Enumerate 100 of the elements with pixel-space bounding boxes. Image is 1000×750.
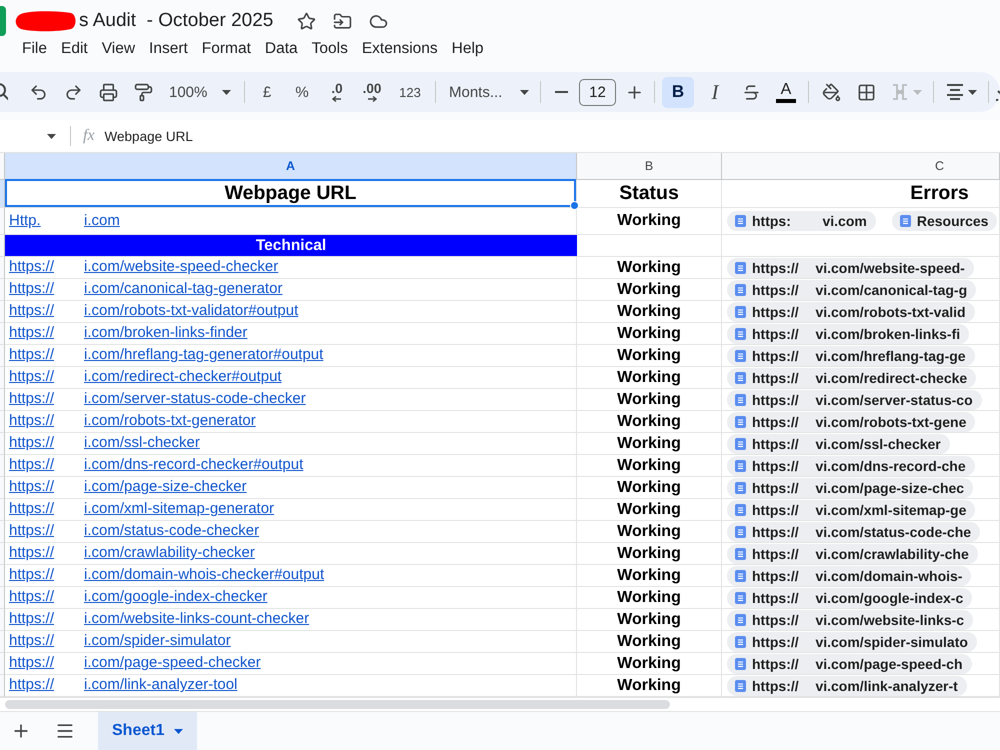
link-chip[interactable]: https:// vi.com/ssl-checker bbox=[727, 434, 950, 454]
url-link[interactable]: https:// bbox=[9, 303, 54, 320]
link-chip[interactable]: https:// vi.com/domain-whois- bbox=[727, 566, 972, 586]
url-link[interactable]: i.com/spider-simulator bbox=[84, 633, 231, 650]
url-link[interactable]: https:// bbox=[9, 281, 54, 298]
url-link[interactable]: i.com bbox=[84, 212, 120, 230]
document-title[interactable]: s Audit - October 2025 bbox=[79, 10, 274, 32]
font-dropdown[interactable]: Monts... bbox=[443, 76, 533, 108]
url-link[interactable]: https:// bbox=[9, 391, 54, 408]
url-link[interactable]: i.com/page-size-checker bbox=[84, 479, 247, 496]
row-header[interactable] bbox=[0, 301, 5, 323]
row-header[interactable] bbox=[0, 521, 5, 543]
link-chip[interactable]: https:// vi.com/status-code-che bbox=[727, 522, 980, 542]
italic-button[interactable]: I bbox=[699, 76, 731, 108]
url-link[interactable]: https:// bbox=[9, 347, 54, 364]
url-link[interactable]: Http. bbox=[9, 212, 41, 230]
star-button[interactable] bbox=[295, 10, 318, 32]
bold-button[interactable]: B bbox=[662, 76, 694, 108]
url-link[interactable]: https:// bbox=[9, 677, 54, 694]
link-chip[interactable]: https:// vi.com/dns-record-che bbox=[727, 456, 975, 476]
link-chip[interactable]: https:// vi.com/robots-txt-gene bbox=[727, 412, 976, 432]
link-chip[interactable]: https:// vi.com/canonical-tag-g bbox=[727, 280, 976, 300]
link-chip[interactable]: https:// vi.com/crawlability-che bbox=[727, 544, 978, 564]
url-link[interactable]: i.com/crawlability-checker bbox=[84, 545, 255, 562]
url-link[interactable]: i.com/server-status-code-checker bbox=[84, 391, 306, 408]
url-link[interactable]: i.com/redirect-checker#output bbox=[84, 369, 282, 386]
link-chip[interactable]: https:// vi.com/hreflang-tag-ge bbox=[727, 346, 975, 366]
url-link[interactable]: i.com/dns-record-checker#output bbox=[84, 457, 304, 474]
formula-value[interactable]: Webpage URL bbox=[104, 128, 193, 144]
url-link[interactable]: https:// bbox=[9, 479, 54, 496]
row-header[interactable] bbox=[0, 411, 5, 433]
url-link[interactable]: https:// bbox=[9, 567, 54, 584]
row-header[interactable] bbox=[0, 653, 5, 675]
row-header[interactable] bbox=[0, 477, 5, 499]
link-chip[interactable]: https:// vi.com/broken-links-fi bbox=[727, 324, 970, 344]
url-link[interactable]: https:// bbox=[9, 523, 54, 540]
increase-decimal-button[interactable]: .00 bbox=[357, 76, 387, 108]
url-link[interactable]: i.com/xml-sitemap-generator bbox=[84, 501, 274, 518]
text-color-button[interactable]: A bbox=[771, 76, 801, 108]
row-header[interactable] bbox=[0, 323, 5, 345]
row-header[interactable] bbox=[0, 257, 5, 279]
search-icon[interactable] bbox=[0, 83, 8, 101]
link-chip[interactable]: https:// vi.com/page-size-chec bbox=[727, 478, 974, 498]
url-link[interactable]: https:// bbox=[9, 501, 54, 518]
horizontal-scrollbar[interactable] bbox=[0, 697, 1000, 711]
menu-item[interactable]: Format bbox=[194, 38, 258, 60]
link-chip[interactable]: https:// vi.com/website-speed- bbox=[727, 258, 974, 278]
row-header[interactable] bbox=[0, 543, 5, 565]
column-header[interactable]: B bbox=[577, 153, 722, 180]
row-header[interactable] bbox=[0, 609, 5, 631]
link-chip[interactable]: https:// vi.com/server-status-co bbox=[727, 390, 982, 410]
row-header[interactable] bbox=[0, 631, 5, 653]
spreadsheet-logo-icon[interactable] bbox=[0, 6, 6, 36]
url-link[interactable]: https:// bbox=[9, 655, 54, 672]
menu-item[interactable]: Insert bbox=[142, 38, 195, 60]
link-chip[interactable]: https:// vi.com/redirect-checke bbox=[727, 368, 976, 388]
empty-cell[interactable] bbox=[722, 235, 1000, 257]
decrease-decimal-button[interactable]: .0 bbox=[322, 76, 352, 108]
url-link[interactable]: i.com/domain-whois-checker#output bbox=[84, 567, 324, 584]
menu-item[interactable]: Extensions bbox=[354, 38, 445, 60]
url-link[interactable]: https:// bbox=[9, 589, 54, 606]
url-link[interactable]: https:// bbox=[9, 545, 54, 562]
link-chip[interactable]: https:// vi.com/spider-simulato bbox=[727, 632, 977, 652]
font-size-field[interactable]: 12 bbox=[579, 78, 616, 106]
url-link[interactable]: https:// bbox=[9, 633, 54, 650]
url-link[interactable]: i.com/link-analyzer-tool bbox=[84, 677, 238, 694]
menu-item[interactable]: Tools bbox=[304, 38, 355, 60]
url-link[interactable]: i.com/robots-txt-generator bbox=[84, 413, 256, 430]
scrollbar-thumb[interactable] bbox=[5, 700, 670, 709]
row-header[interactable] bbox=[0, 433, 5, 455]
row-header[interactable] bbox=[0, 180, 5, 208]
link-chip[interactable]: https:// vi.com/robots-txt-valid bbox=[727, 302, 975, 322]
row-header[interactable] bbox=[0, 587, 5, 609]
select-all-corner[interactable] bbox=[0, 153, 5, 180]
row-header[interactable] bbox=[0, 455, 5, 477]
link-chip[interactable]: https:// vi.com/xml-sitemap-ge bbox=[727, 500, 976, 520]
row-header[interactable] bbox=[0, 235, 5, 257]
url-link[interactable]: https:// bbox=[9, 611, 54, 628]
row-header[interactable] bbox=[0, 279, 5, 301]
link-chip[interactable]: https:// vi.com/link-analyzer-t bbox=[727, 676, 967, 696]
url-link[interactable]: https:// bbox=[9, 259, 54, 276]
url-link[interactable]: i.com/broken-links-finder bbox=[84, 325, 248, 342]
fill-handle[interactable] bbox=[570, 201, 579, 210]
row-header[interactable] bbox=[0, 208, 5, 235]
link-chip[interactable]: https: vi.com bbox=[727, 211, 876, 231]
menu-item[interactable]: Edit bbox=[54, 38, 95, 60]
menu-item[interactable]: View bbox=[94, 38, 142, 60]
link-chip[interactable]: https:// vi.com/page-speed-ch bbox=[727, 654, 972, 674]
row-header[interactable] bbox=[0, 499, 5, 521]
row-header[interactable] bbox=[0, 367, 5, 389]
url-link[interactable]: i.com/website-links-count-checker bbox=[84, 611, 310, 628]
link-chip[interactable]: https:// vi.com/website-links-c bbox=[727, 610, 974, 630]
url-link[interactable]: i.com/robots-txt-validator#output bbox=[84, 303, 298, 320]
column-header[interactable]: C bbox=[722, 153, 1000, 180]
menu-item[interactable]: Help bbox=[444, 38, 491, 60]
link-chip[interactable]: https:// vi.com/google-index-c bbox=[727, 588, 972, 608]
percent-button[interactable]: % bbox=[287, 76, 317, 108]
url-link[interactable]: https:// bbox=[9, 325, 54, 342]
url-link[interactable]: i.com/ssl-checker bbox=[84, 435, 200, 452]
url-link[interactable]: i.com/hreflang-tag-generator#output bbox=[84, 347, 324, 364]
